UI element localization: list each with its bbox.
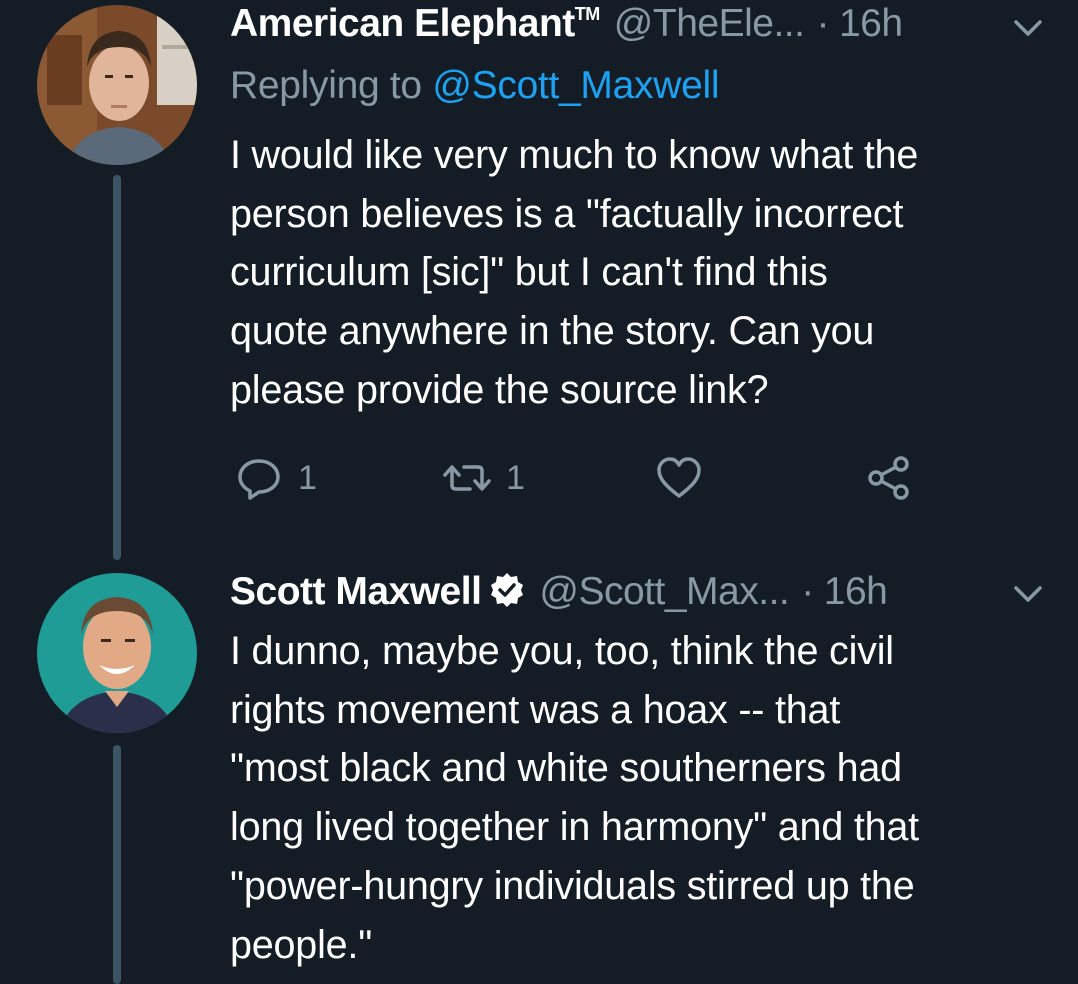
tweet-text: I would like very much to know what the … bbox=[230, 126, 1050, 420]
tweet[interactable]: American ElephantTM @TheEle... · 16h Rep… bbox=[0, 0, 1078, 560]
author-name[interactable]: American ElephantTM bbox=[230, 2, 600, 46]
tweet-text-line: "most black and white southerners had bbox=[230, 746, 902, 791]
verified-badge-icon bbox=[491, 573, 524, 607]
author-handle[interactable]: @TheEle... bbox=[614, 2, 805, 46]
user-avatar-photo bbox=[37, 5, 197, 165]
separator-dot: · bbox=[801, 570, 814, 613]
retweet-icon bbox=[443, 465, 491, 491]
tweet[interactable]: Scott Maxwell @Scott_Max... · 16h I dunn… bbox=[0, 560, 1078, 984]
tweet-header: American ElephantTM @TheEle... · 16h bbox=[230, 2, 1048, 52]
author-name[interactable]: Scott Maxwell bbox=[230, 570, 482, 614]
timestamp[interactable]: 16h bbox=[824, 570, 888, 614]
author-handle[interactable]: @Scott_Max... bbox=[539, 570, 789, 614]
tweet-text-line: people." bbox=[230, 922, 373, 967]
tweet-text-line: please provide the source link? bbox=[230, 367, 769, 412]
replying-to: Replying to @Scott_Maxwell bbox=[230, 64, 720, 108]
reply-count: 1 bbox=[298, 458, 317, 497]
tweet-text-line: "power-hungry individuals stirred up the bbox=[230, 863, 915, 908]
replying-to-label: Replying to bbox=[230, 64, 422, 107]
tweet-text-line: I would like very much to know what the bbox=[230, 133, 919, 177]
like-button[interactable] bbox=[654, 448, 704, 508]
chevron-down-icon[interactable] bbox=[1008, 12, 1048, 42]
chevron-down-icon[interactable] bbox=[1008, 578, 1048, 608]
tweet-text: I dunno, maybe you, too, think the civil… bbox=[230, 622, 1050, 974]
tweet-text-line: person believes is a "factually incorrec… bbox=[230, 191, 904, 236]
thread-line bbox=[113, 745, 121, 984]
tweet-text-line: curriculum [sic]" but I can't find this bbox=[230, 250, 828, 295]
tweet-text-line: rights movement was a hoax -- that bbox=[230, 687, 841, 732]
trademark-mark: TM bbox=[574, 4, 601, 24]
thread-line bbox=[113, 175, 121, 560]
tweet-actions: 1 1 bbox=[230, 448, 930, 508]
replying-to-mention[interactable]: @Scott_Maxwell bbox=[432, 64, 719, 107]
avatar[interactable] bbox=[37, 5, 197, 165]
retweet-count: 1 bbox=[506, 458, 525, 497]
reply-icon bbox=[238, 459, 280, 500]
avatar[interactable] bbox=[37, 573, 197, 733]
reply-button[interactable]: 1 bbox=[234, 448, 317, 508]
share-button[interactable] bbox=[864, 448, 914, 508]
tweet-text-line: quote anywhere in the story. Can you bbox=[230, 309, 875, 354]
heart-icon bbox=[657, 457, 701, 498]
tweet-header: Scott Maxwell @Scott_Max... · 16h bbox=[230, 568, 1048, 618]
share-icon bbox=[868, 456, 909, 500]
user-avatar-photo bbox=[37, 573, 197, 733]
separator-dot: · bbox=[816, 2, 829, 45]
timestamp[interactable]: 16h bbox=[839, 2, 903, 46]
retweet-button[interactable]: 1 bbox=[442, 448, 525, 508]
tweet-text-line: long lived together in harmony" and that bbox=[230, 805, 919, 850]
tweet-text-line: I dunno, maybe you, too, think the civil bbox=[230, 629, 894, 673]
